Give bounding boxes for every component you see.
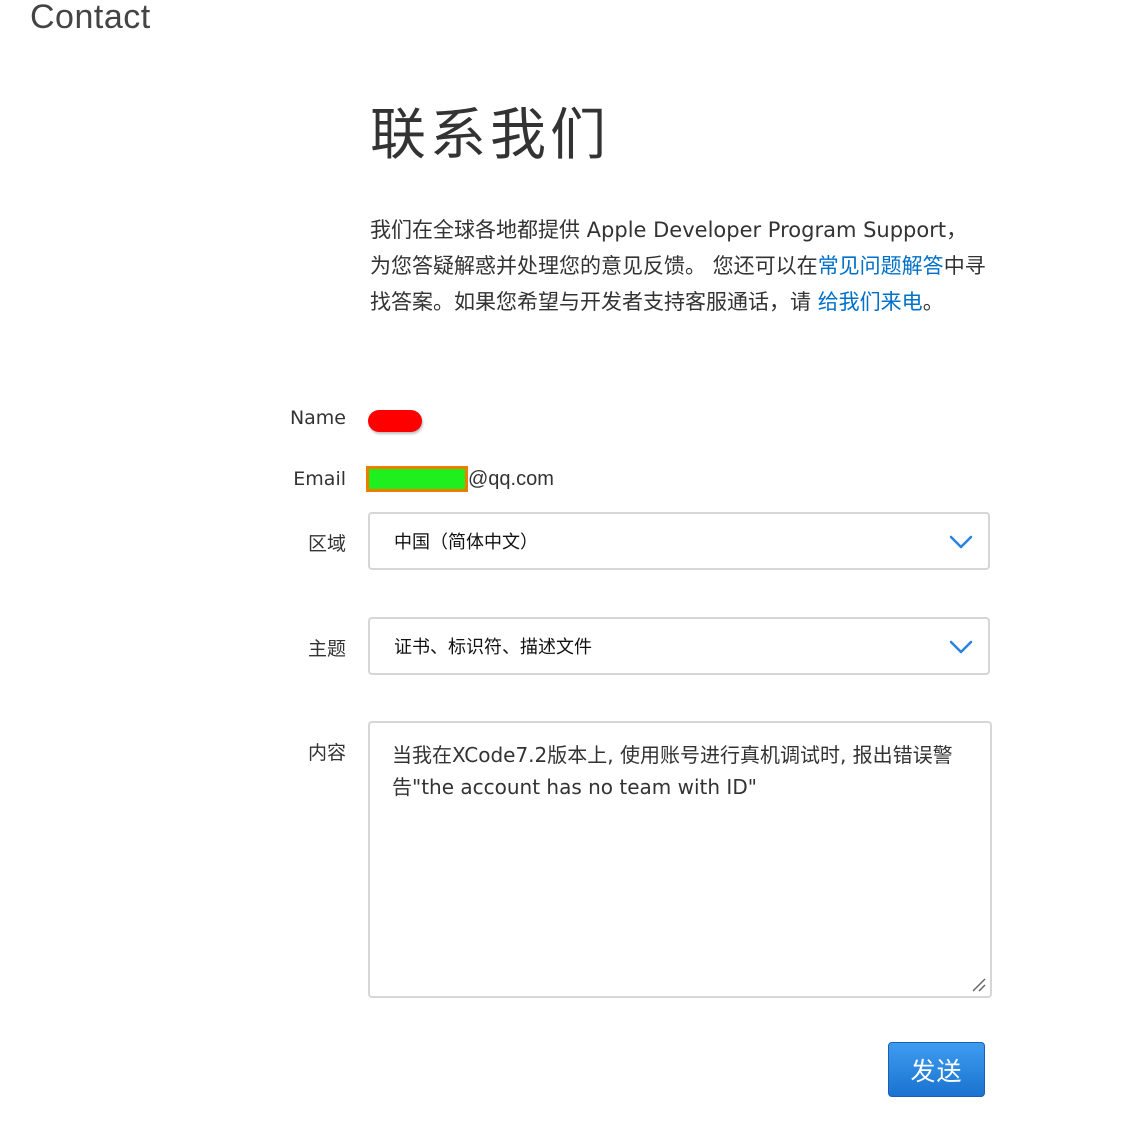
name-label: Name [289, 407, 346, 429]
email-redaction [366, 466, 468, 492]
chevron-down-icon [949, 640, 973, 654]
email-value: @qq.com [366, 466, 554, 492]
email-label: Email [293, 468, 346, 490]
intro-text-3: 。 [922, 290, 944, 314]
content-label: 内容 [307, 742, 346, 764]
chevron-down-icon [949, 535, 973, 549]
name-redaction [368, 410, 422, 432]
content-textarea[interactable]: 当我在XCode7.2版本上, 使用账号进行真机调试时, 报出错误警告"the … [368, 721, 992, 998]
page-section-title: Contact [30, 0, 151, 36]
faq-link[interactable]: 常见问题解答 [818, 254, 944, 278]
topic-selected-value: 证书、标识符、描述文件 [394, 637, 592, 658]
region-label: 区域 [307, 533, 346, 555]
region-selected-value: 中国（简体中文） [394, 532, 538, 553]
region-select[interactable]: 中国（简体中文） [368, 512, 990, 570]
topic-select[interactable]: 证书、标识符、描述文件 [368, 617, 990, 675]
call-us-link[interactable]: 给我们来电 [818, 290, 923, 314]
resize-handle-icon[interactable] [971, 977, 987, 993]
intro-paragraph: 我们在全球各地都提供 Apple Developer Program Suppo… [370, 212, 988, 320]
topic-label: 主题 [307, 638, 346, 660]
send-button[interactable]: 发送 [888, 1042, 985, 1097]
page-title: 联系我们 [370, 103, 610, 168]
email-domain: @qq.com [468, 467, 554, 490]
content-text: 当我在XCode7.2版本上, 使用账号进行真机调试时, 报出错误警告"the … [392, 743, 953, 799]
